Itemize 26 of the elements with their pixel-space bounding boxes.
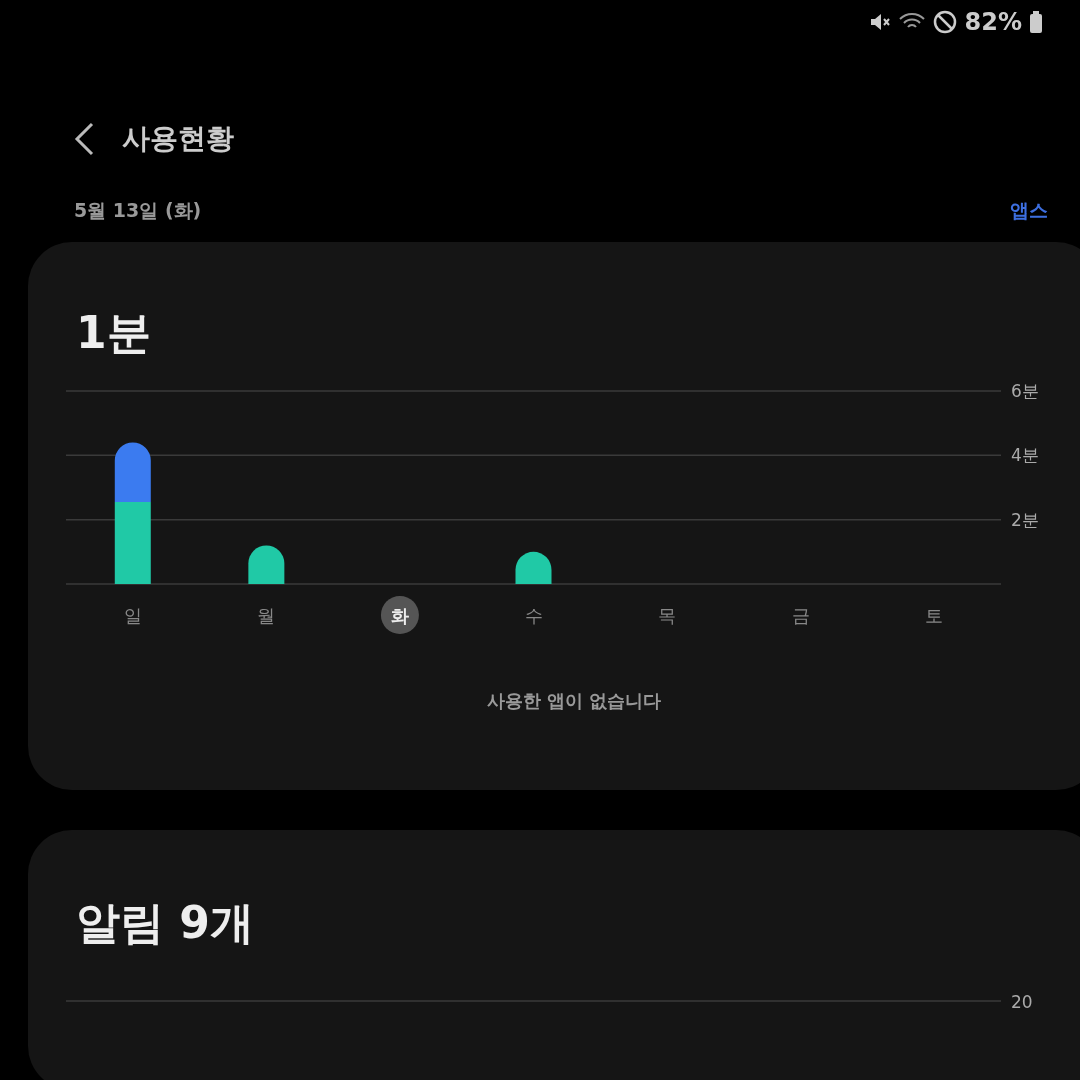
battery-percent: 82% bbox=[964, 8, 1022, 36]
blocked-icon bbox=[932, 10, 957, 34]
day-label[interactable]: 금 bbox=[791, 605, 810, 626]
axis-label: 2분 bbox=[1011, 509, 1039, 530]
back-button[interactable] bbox=[74, 122, 94, 156]
day-label[interactable]: 수 bbox=[524, 605, 543, 626]
usage-total: 1분 bbox=[75, 306, 152, 360]
mute-icon bbox=[868, 11, 891, 33]
day-label[interactable]: 토 bbox=[925, 605, 944, 626]
day-label[interactable]: 목 bbox=[658, 605, 677, 626]
notifications-title: 알림 9개 bbox=[75, 896, 255, 950]
axis-label: 20 bbox=[1011, 992, 1033, 1012]
axis-label: 4분 bbox=[1011, 445, 1039, 466]
date-label: 5월 13일 (화) bbox=[74, 198, 202, 223]
empty-message: 사용한 앱이 없습니다 bbox=[485, 689, 663, 713]
day-label[interactable]: 화 bbox=[380, 596, 419, 634]
day-label[interactable]: 월 bbox=[257, 605, 276, 626]
apps-link[interactable]: 앱스 bbox=[1010, 198, 1048, 224]
bar bbox=[248, 545, 285, 584]
bar bbox=[114, 442, 151, 502]
day-label[interactable]: 일 bbox=[123, 605, 142, 626]
x-tick-label: 화 bbox=[390, 605, 409, 626]
page-title: 사용현황 bbox=[122, 121, 234, 157]
bar bbox=[515, 551, 552, 584]
axis-label: 6분 bbox=[1011, 381, 1039, 401]
battery-icon bbox=[1030, 11, 1042, 33]
